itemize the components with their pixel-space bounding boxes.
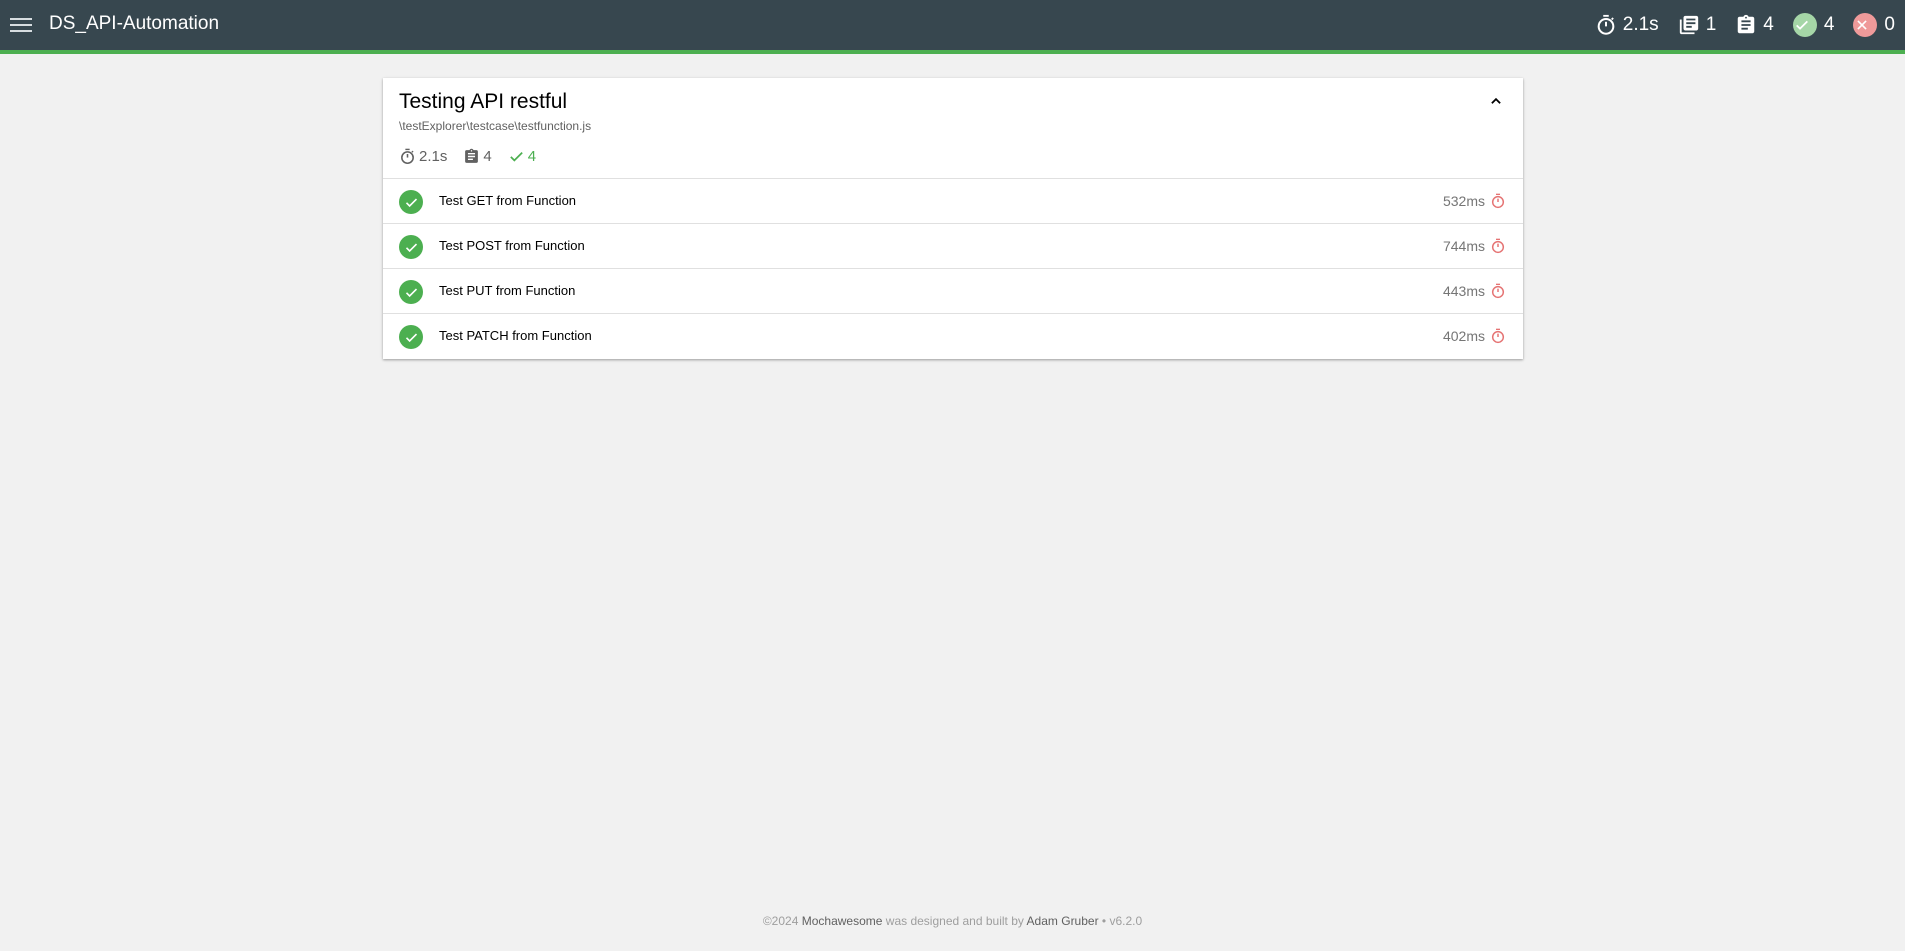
check-icon xyxy=(399,235,423,259)
stopwatch-icon xyxy=(401,148,414,165)
hamburger-menu-icon[interactable] xyxy=(10,15,32,35)
stat-suites-value: 1 xyxy=(1705,14,1717,35)
footer-author-link[interactable]: Adam Gruber xyxy=(1027,914,1099,928)
test-row[interactable]: Test PUT from Function 443ms xyxy=(383,269,1523,314)
suite-tests-value: 4 xyxy=(483,148,492,165)
footer: ©2024 Mochawesome was designed and built… xyxy=(0,914,1905,928)
navbar-accent-bar xyxy=(0,50,1905,54)
check-icon xyxy=(399,325,423,349)
suite-file-path: \testExplorer\testcase\testfunction.js xyxy=(399,119,592,133)
test-title: Test GET from Function xyxy=(439,193,577,208)
suite-passes: 4 xyxy=(508,148,536,165)
suite-duration-value: 2.1s xyxy=(419,148,448,165)
test-duration: 402ms xyxy=(1442,328,1485,344)
timer-icon xyxy=(1491,193,1505,209)
footer-copyright: ©2024 xyxy=(762,914,799,928)
stat-duration-value: 2.1s xyxy=(1622,14,1659,35)
footer-product-link[interactable]: Mochawesome xyxy=(802,914,883,928)
test-duration: 443ms xyxy=(1442,283,1485,299)
suite-tests: 4 xyxy=(463,148,492,165)
check-icon xyxy=(1792,13,1817,37)
stat-tests-value: 4 xyxy=(1763,14,1774,35)
chevron-up-icon[interactable] xyxy=(1487,92,1505,110)
stat-failures-value: 0 xyxy=(1884,14,1895,35)
check-icon xyxy=(399,280,423,304)
suite-title: Testing API restful xyxy=(399,90,568,113)
clipboard-icon xyxy=(1738,14,1755,34)
library-books-icon xyxy=(1679,15,1698,35)
suite-duration: 2.1s xyxy=(399,148,447,165)
test-title: Test PATCH from Function xyxy=(439,328,592,343)
test-duration: 532ms xyxy=(1442,193,1485,209)
test-duration: 744ms xyxy=(1442,238,1485,254)
report-stats: 2.1s 1 4 4 0 xyxy=(1595,0,1905,50)
stat-suites: 1 xyxy=(1678,14,1717,36)
check-icon xyxy=(399,190,423,214)
test-row[interactable]: Test GET from Function 532ms xyxy=(383,179,1523,224)
test-title: Test POST from Function xyxy=(439,238,585,253)
test-title: Test PUT from Function xyxy=(439,283,576,298)
test-row[interactable]: Test POST from Function 744ms xyxy=(383,224,1523,269)
suite-summary: 2.1s 4 4 xyxy=(399,148,552,165)
footer-version: • v6.2.0 xyxy=(1101,914,1143,928)
timer-icon xyxy=(1491,328,1505,344)
stat-duration: 2.1s xyxy=(1595,14,1659,36)
stat-passes[interactable]: 4 xyxy=(1792,13,1835,37)
stat-failures[interactable]: 0 xyxy=(1853,13,1895,37)
stat-tests: 4 xyxy=(1735,14,1774,36)
close-icon xyxy=(1853,13,1878,37)
footer-credit-text: was designed and built by xyxy=(885,914,1024,928)
test-row[interactable]: Test PATCH from Function 402ms xyxy=(383,314,1523,359)
check-icon xyxy=(509,152,523,162)
suite-passes-value: 4 xyxy=(527,148,537,165)
suite-header: Testing API restful \testExplorer\testca… xyxy=(383,78,1523,179)
clipboard-icon xyxy=(465,148,479,163)
top-navbar: DS_API-Automation 2.1s 1 4 4 0 xyxy=(0,0,1905,50)
timer-icon xyxy=(1491,283,1505,299)
report-title: DS_API-Automation xyxy=(49,13,220,34)
suite-card: Testing API restful \testExplorer\testca… xyxy=(383,78,1523,359)
timer-icon xyxy=(1491,238,1505,254)
stopwatch-icon xyxy=(1597,14,1615,35)
stat-passes-value: 4 xyxy=(1823,14,1835,35)
